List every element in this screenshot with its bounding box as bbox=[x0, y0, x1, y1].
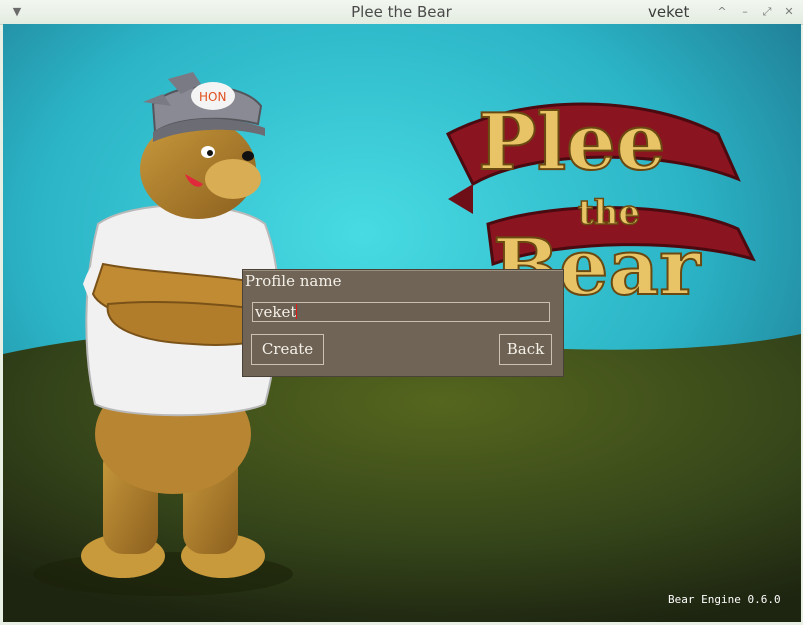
title-bar: ▼ Plee the Bear veket ^ – ⤢ ✕ bbox=[0, 0, 803, 25]
user-label: veket bbox=[648, 3, 690, 21]
create-button[interactable]: Create bbox=[251, 334, 324, 365]
maximize-icon[interactable]: ⤢ bbox=[758, 3, 776, 21]
app-window: ▼ Plee the Bear veket ^ – ⤢ ✕ HON Plee t… bbox=[0, 0, 803, 625]
engine-version-label: Bear Engine 0.6.0 bbox=[668, 593, 781, 606]
back-button[interactable]: Back bbox=[499, 334, 552, 365]
input-value: veket bbox=[255, 303, 297, 321]
close-icon[interactable]: ✕ bbox=[780, 3, 798, 21]
caret-up-icon[interactable]: ^ bbox=[713, 3, 731, 21]
cap-text: HON bbox=[199, 90, 226, 104]
logo-word-plee: Plee bbox=[478, 97, 666, 188]
dialog-title: Profile name bbox=[245, 272, 342, 290]
profile-name-input[interactable]: veket bbox=[252, 302, 550, 322]
profile-name-dialog: Profile name veket Create Back bbox=[242, 269, 564, 377]
text-caret bbox=[296, 304, 298, 319]
minimize-icon[interactable]: – bbox=[736, 3, 754, 21]
